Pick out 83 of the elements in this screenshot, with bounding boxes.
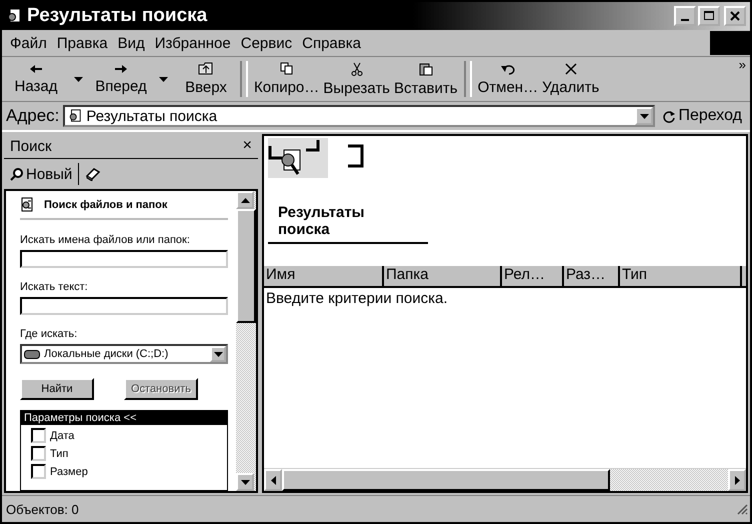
column-header[interactable]: Имя: [264, 266, 384, 286]
drive-icon: [24, 350, 40, 358]
address-label: Адрес:: [6, 106, 60, 126]
caret-icon: [214, 352, 222, 356]
checkbox[interactable]: [31, 428, 46, 443]
up-arrow-icon: [240, 198, 250, 202]
caret-icon: [159, 76, 168, 82]
clipboard-icon: [418, 62, 433, 76]
go-button[interactable]: Переход: [659, 107, 746, 125]
field-label: Искать текст:: [20, 281, 89, 293]
menu-item[interactable]: Файл: [10, 34, 47, 52]
checkbox-label: Дата: [50, 430, 74, 442]
menu-item[interactable]: Справка: [302, 34, 361, 52]
address-field[interactable]: Результаты поиска: [63, 105, 656, 127]
toolbar-button[interactable]: Вперед: [91, 57, 151, 101]
book-icon: [85, 167, 102, 181]
column-header[interactable]: Папка: [384, 266, 502, 286]
refresh-arrow-icon: [663, 110, 676, 122]
search-icon: [6, 8, 22, 24]
new-search-button[interactable]: Новый: [10, 166, 72, 182]
window-title: Результаты поиска: [27, 5, 208, 27]
down-arrow-icon: [240, 480, 250, 484]
field-label: Где искать:: [20, 328, 78, 340]
input-field[interactable]: [20, 250, 228, 268]
magnifier-icon: [10, 168, 24, 180]
options-header[interactable]: Параметры поиска <<: [21, 411, 227, 425]
book-button[interactable]: [85, 167, 102, 181]
checkbox-label: Тип: [50, 448, 68, 460]
vertical-scrollbar[interactable]: [236, 191, 256, 491]
toolbar-separator: [464, 61, 472, 97]
status-text: Объектов: 0: [6, 502, 79, 516]
menu-item[interactable]: Избранное: [154, 34, 231, 52]
left-arrow-icon: [270, 476, 276, 484]
toolbar-button[interactable]: Отмен…: [476, 57, 540, 101]
minimize-button[interactable]: [674, 6, 696, 26]
location-dropdown[interactable]: Локальные диски (C:;D:): [20, 344, 228, 364]
column-header[interactable]: Раз…: [564, 266, 620, 286]
left-arrow-icon: [29, 64, 43, 74]
folder-up-icon: [198, 62, 214, 75]
pane-title: Поиск: [10, 138, 52, 154]
toolbar-separator: [240, 61, 248, 97]
dropdown-button[interactable]: [635, 107, 654, 125]
input-field[interactable]: [20, 297, 228, 315]
action-button[interactable]: Найти: [20, 378, 94, 400]
close-button[interactable]: ×: [242, 137, 252, 155]
close-icon: [730, 11, 740, 21]
resize-grip-icon: [736, 503, 748, 515]
menu-item[interactable]: Вид: [118, 34, 145, 52]
toolbar-button[interactable]: Назад: [6, 57, 66, 101]
scroll-thumb[interactable]: [282, 469, 610, 491]
document-search-icon: [20, 197, 34, 212]
column-header[interactable]: Рел…: [502, 266, 564, 286]
horizontal-scrollbar[interactable]: [264, 468, 746, 491]
copy-icon: [280, 62, 294, 75]
more-button[interactable]: »: [738, 57, 746, 72]
caret-icon: [74, 76, 83, 82]
checkbox[interactable]: [31, 446, 46, 461]
maximize-button[interactable]: [698, 6, 720, 26]
maximize-icon: [704, 11, 714, 21]
scroll-thumb[interactable]: [236, 209, 256, 323]
caret-icon: [640, 114, 649, 118]
section-heading: Поиск файлов и папок: [44, 198, 168, 210]
toolbar-button[interactable]: Копиро…: [252, 57, 322, 101]
search-icon: [68, 109, 82, 123]
menu-item[interactable]: Правка: [56, 34, 108, 52]
right-arrow-icon: [734, 476, 740, 484]
undo-icon: [500, 62, 516, 74]
toolbar-button[interactable]: Вверх: [176, 57, 236, 101]
toolbar-button[interactable]: Вставить: [392, 57, 460, 101]
checkbox-label: Размер: [50, 466, 88, 478]
close-button[interactable]: [724, 6, 746, 26]
column-header[interactable]: Тип: [620, 266, 742, 286]
right-arrow-icon: [114, 64, 128, 74]
scissors-icon: [350, 62, 363, 76]
checkbox[interactable]: [31, 464, 46, 479]
empty-message: Введите критерии поиска.: [265, 289, 449, 309]
x-icon: [564, 62, 577, 74]
field-label: Искать имена файлов или папок:: [20, 234, 191, 246]
results-heading: Результаты поиска: [278, 204, 366, 238]
menu-item[interactable]: Сервис: [240, 34, 292, 52]
toolbar-button[interactable]: Вырезать: [321, 57, 392, 101]
toolbar-button[interactable]: Удалить: [540, 57, 602, 101]
minimize-icon: [681, 19, 689, 21]
